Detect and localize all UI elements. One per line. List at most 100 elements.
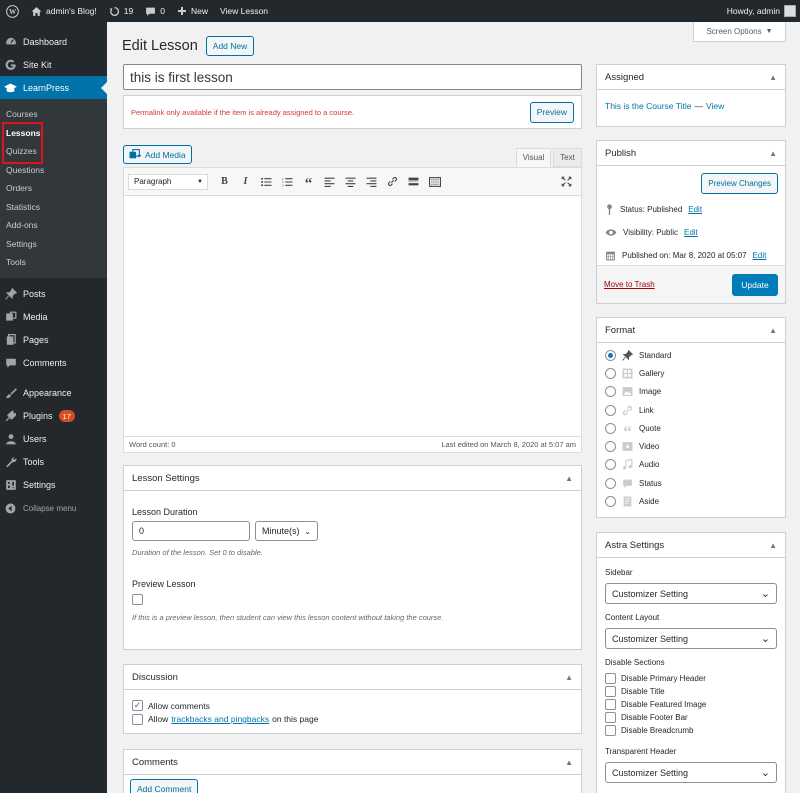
edit-visibility-link[interactable]: Edit (684, 228, 698, 237)
format-radio-standard[interactable] (605, 349, 616, 361)
preview-button[interactable]: Preview (529, 101, 574, 123)
bullet-list-icon[interactable] (256, 173, 277, 191)
align-right-icon[interactable] (361, 173, 382, 191)
format-option-status[interactable]: Status (597, 474, 785, 492)
transparent-header-select[interactable]: Customizer Setting ⌄ (605, 762, 777, 783)
view-lesson-link[interactable]: View Lesson (214, 0, 274, 22)
disable-title-checkbox[interactable] (605, 686, 616, 697)
format-option-gallery[interactable]: Gallery (597, 364, 785, 382)
format-radio-status[interactable] (605, 477, 616, 489)
preview-changes-button[interactable]: Preview Changes (701, 173, 778, 194)
toolbar-toggle-icon[interactable] (424, 173, 445, 191)
add-comment-button[interactable]: Add Comment (130, 779, 199, 793)
menu-settings[interactable]: Settings (0, 474, 107, 497)
collapse-arrow-icon[interactable]: ▲ (565, 474, 573, 483)
lesson-duration-input[interactable]: 0 (132, 521, 250, 541)
link-icon[interactable] (382, 173, 403, 191)
collapse-arrow-icon[interactable]: ▲ (769, 73, 777, 82)
duration-unit-select[interactable]: Minute(s) ⌄ (255, 521, 318, 541)
bold-icon[interactable]: B (214, 173, 235, 191)
add-media-button[interactable]: Add Media (123, 145, 192, 164)
disable-footer-bar-option[interactable]: Disable Footer Bar (597, 711, 785, 724)
format-option-quote[interactable]: “ Quote (597, 419, 785, 441)
submenu-tools[interactable]: Tools (0, 253, 107, 272)
fullscreen-icon[interactable] (556, 173, 577, 191)
comments-link[interactable]: 0 (139, 0, 171, 22)
publish-header[interactable]: Publish ▲ (597, 141, 785, 166)
collapse-arrow-icon[interactable]: ▲ (565, 673, 573, 682)
format-option-audio[interactable]: Audio (597, 456, 785, 474)
disable-primary-header-option[interactable]: Disable Primary Header (597, 672, 785, 685)
assigned-course-link[interactable]: This is the Course Title (605, 101, 691, 111)
content-editor[interactable]: Paragraph ▼ B I 123 “ Word count: 0 Last… (123, 167, 582, 453)
menu-dashboard[interactable]: Dashboard (0, 30, 107, 53)
preview-lesson-checkbox[interactable] (132, 594, 143, 605)
format-select[interactable]: Paragraph ▼ (128, 173, 208, 190)
wp-logo-icon[interactable]: W (0, 0, 25, 22)
submenu-orders[interactable]: Orders (0, 179, 107, 198)
updates-link[interactable]: 19 (103, 0, 139, 22)
menu-media[interactable]: Media (0, 306, 107, 329)
numbered-list-icon[interactable]: 123 (277, 173, 298, 191)
format-radio-gallery[interactable] (605, 367, 616, 379)
account-menu[interactable]: Howdy, admin (721, 0, 800, 22)
format-option-link[interactable]: Link (597, 401, 785, 419)
align-center-icon[interactable] (340, 173, 361, 191)
disable-title-option[interactable]: Disable Title (597, 685, 785, 698)
disable-primary-header-checkbox[interactable] (605, 673, 616, 684)
menu-tools[interactable]: Tools (0, 451, 107, 474)
menu-appearance[interactable]: Appearance (0, 382, 107, 405)
update-button[interactable]: Update (732, 273, 778, 296)
italic-icon[interactable]: I (235, 173, 256, 191)
sidebar-select[interactable]: Customizer Setting ⌄ (605, 583, 777, 604)
disable-featured-image-checkbox[interactable] (605, 699, 616, 710)
format-radio-link[interactable] (605, 404, 616, 416)
menu-site-kit[interactable]: Site Kit (0, 53, 107, 76)
align-left-icon[interactable] (319, 173, 340, 191)
site-name-link[interactable]: admin's Blog! (25, 0, 103, 22)
new-content-link[interactable]: New (171, 0, 214, 22)
tab-visual[interactable]: Visual (516, 148, 551, 167)
format-option-aside[interactable]: Aside (597, 492, 785, 510)
screen-options-button[interactable]: Screen Options ▼ (693, 22, 786, 42)
comments-header[interactable]: Comments ▲ (124, 750, 581, 775)
menu-posts[interactable]: Posts (0, 283, 107, 306)
collapse-arrow-icon[interactable]: ▲ (565, 758, 573, 767)
discussion-header[interactable]: Discussion ▲ (124, 665, 581, 690)
assigned-view-link[interactable]: View (706, 101, 724, 111)
format-option-standard[interactable]: Standard (597, 346, 785, 364)
menu-plugins[interactable]: Plugins 17 (0, 405, 107, 428)
read-more-icon[interactable] (403, 173, 424, 191)
trackbacks-link[interactable]: trackbacks and pingbacks (171, 714, 269, 724)
edit-date-link[interactable]: Edit (753, 251, 767, 260)
submenu-statistics[interactable]: Statistics (0, 198, 107, 217)
disable-featured-image-option[interactable]: Disable Featured Image (597, 698, 785, 711)
collapse-arrow-icon[interactable]: ▲ (769, 326, 777, 335)
blockquote-icon[interactable]: “ (298, 173, 319, 192)
edit-status-link[interactable]: Edit (688, 205, 702, 214)
allow-comments-checkbox[interactable]: ✓ (132, 700, 143, 711)
content-layout-select[interactable]: Customizer Setting ⌄ (605, 628, 777, 649)
post-title-input[interactable]: this is first lesson (123, 64, 582, 90)
assigned-header[interactable]: Assigned ▲ (597, 65, 785, 90)
format-header[interactable]: Format ▲ (597, 318, 785, 343)
collapse-arrow-icon[interactable]: ▲ (769, 541, 777, 550)
menu-pages[interactable]: Pages (0, 329, 107, 352)
menu-users[interactable]: Users (0, 428, 107, 451)
format-radio-aside[interactable] (605, 496, 616, 508)
collapse-menu[interactable]: Collapse menu (0, 497, 107, 520)
disable-footer-bar-checkbox[interactable] (605, 712, 616, 723)
format-option-video[interactable]: Video (597, 437, 785, 455)
move-to-trash-link[interactable]: Move to Trash (604, 280, 655, 289)
submenu-add-ons[interactable]: Add-ons (0, 216, 107, 235)
collapse-arrow-icon[interactable]: ▲ (769, 149, 777, 158)
format-radio-video[interactable] (605, 441, 616, 453)
submenu-settings[interactable]: Settings (0, 235, 107, 254)
format-option-image[interactable]: Image (597, 383, 785, 401)
lesson-settings-header[interactable]: Lesson Settings ▲ (124, 466, 581, 491)
tab-text[interactable]: Text (553, 148, 582, 167)
format-radio-quote[interactable] (605, 422, 616, 434)
menu-learnpress[interactable]: LearnPress (0, 76, 107, 99)
format-radio-image[interactable] (605, 386, 616, 398)
astra-settings-header[interactable]: Astra Settings ▲ (597, 533, 785, 558)
